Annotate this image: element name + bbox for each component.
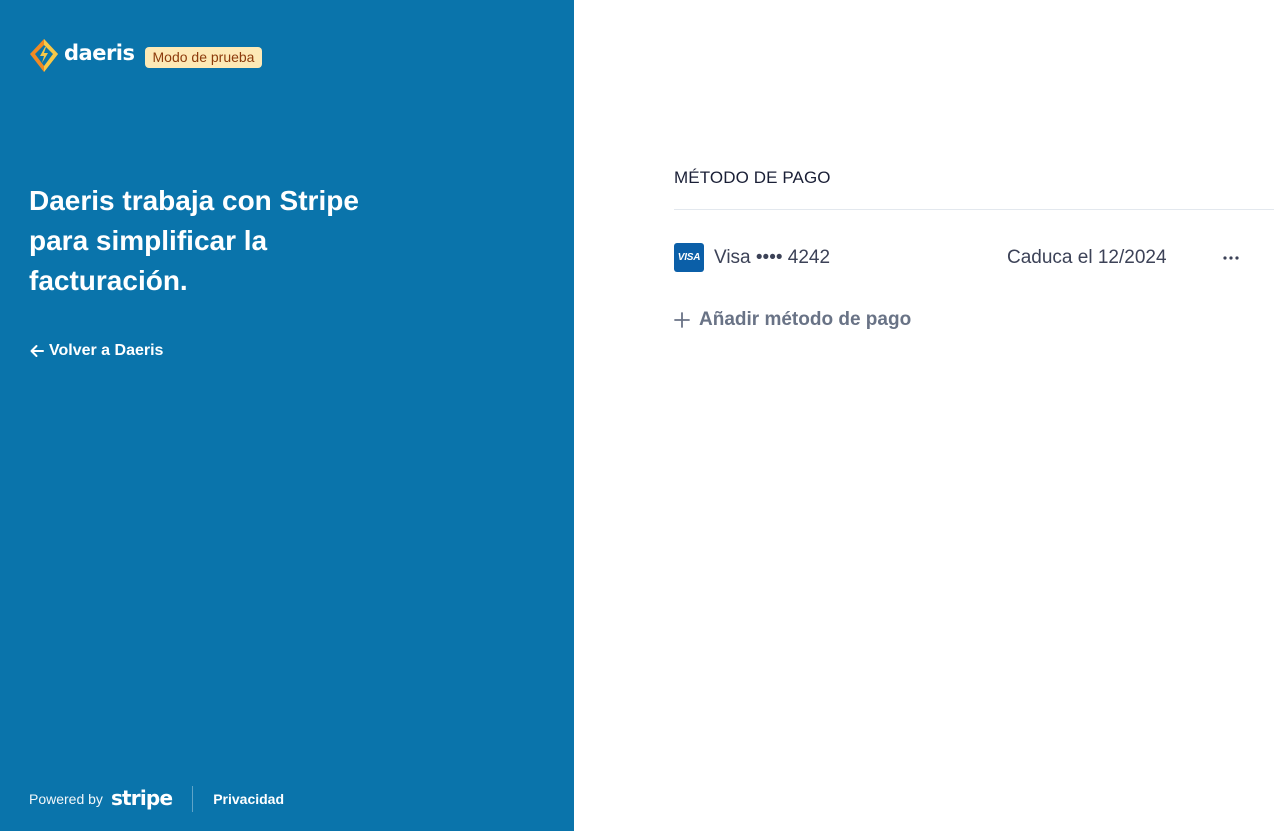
card-label: Visa •••• 4242 xyxy=(714,247,831,268)
add-payment-method-label: Añadir método de pago xyxy=(699,309,912,330)
test-mode-badge: Modo de prueba xyxy=(144,46,263,68)
footer-divider xyxy=(192,786,194,812)
add-payment-method-button[interactable]: Añadir método de pago xyxy=(674,309,911,331)
billing-portal-page: daeris Modo de prueba Daeris trabaja con… xyxy=(0,0,1274,831)
brand-name: daeris xyxy=(64,41,135,65)
arrow-left-icon xyxy=(30,345,44,357)
brand-panel: daeris Modo de prueba Daeris trabaja con… xyxy=(0,0,574,831)
plus-icon xyxy=(674,312,690,328)
lightning-diamond-logo xyxy=(30,39,58,72)
intro-headline: Daeris trabaja con Stripe para simplific… xyxy=(29,185,359,296)
visa-card-icon: VISA xyxy=(674,243,704,272)
powered-by-label: Powered by xyxy=(29,791,103,807)
content-panel: MÉTODO DE PAGO VISA Visa •••• 4242 Caduc… xyxy=(574,0,1274,831)
more-horizontal-icon xyxy=(1223,256,1239,260)
brand-header: daeris Modo de prueba xyxy=(29,38,263,74)
back-link-label: Volver a Daeris xyxy=(49,342,164,359)
stripe-logo[interactable]: stripe xyxy=(111,786,173,810)
panel-footer: Powered by stripe Privacidad xyxy=(29,786,284,812)
card-expiry: Caduca el 12/2024 xyxy=(1007,247,1167,268)
payment-method-row: VISA Visa •••• 4242 Caduca el 12/2024 xyxy=(674,242,1241,274)
card-options-button[interactable] xyxy=(1217,246,1245,270)
privacy-link[interactable]: Privacidad xyxy=(213,791,284,807)
payment-method-section-title: MÉTODO DE PAGO xyxy=(674,168,831,187)
section-divider xyxy=(674,209,1274,210)
back-to-daeris-link[interactable]: Volver a Daeris xyxy=(29,342,163,360)
